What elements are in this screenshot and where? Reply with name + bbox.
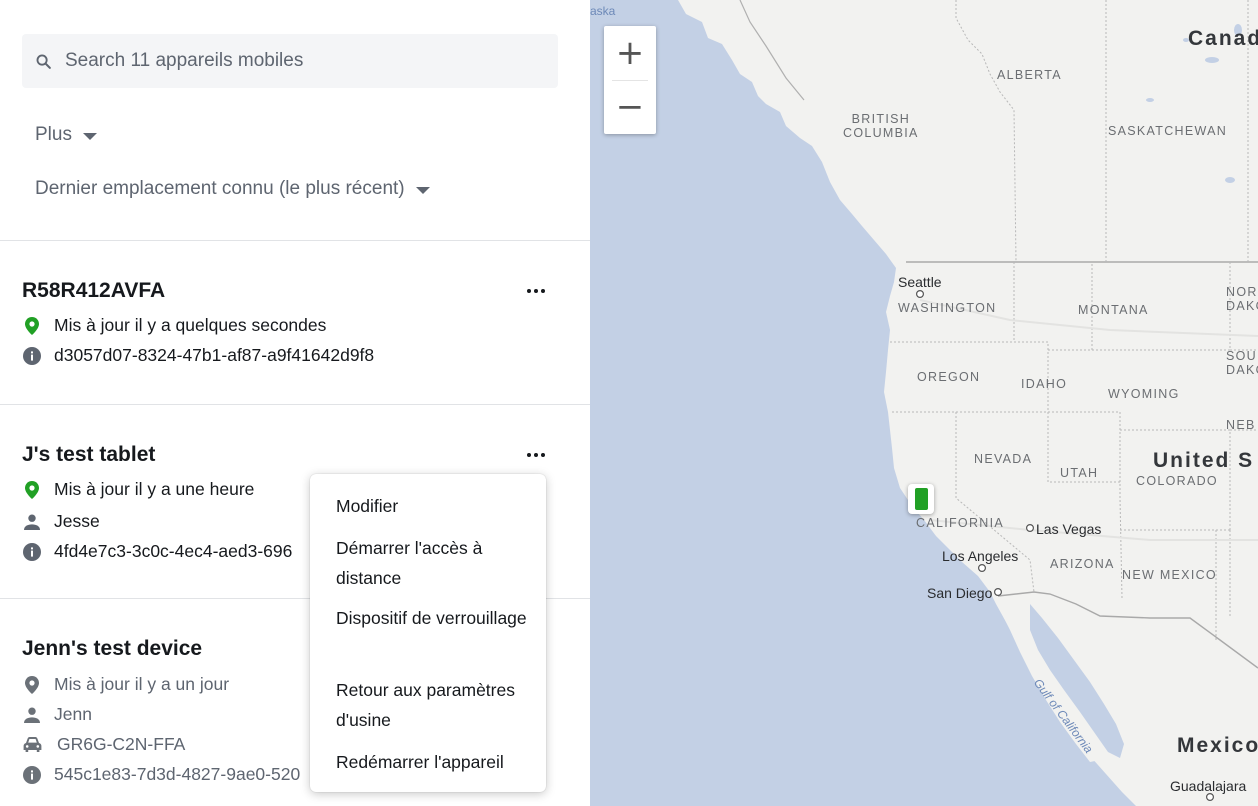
menu-item-factory-reset[interactable]: Retour aux paramètres d'usine — [336, 675, 536, 735]
device-name: R58R412AVFA — [22, 279, 166, 302]
device-id-text: d3057d07-8324-47b1-af87-a9f41642d9f8 — [54, 345, 375, 365]
device-name: Jenn's test device — [22, 637, 203, 660]
device-id-text: 545c1e83-7d3d-4827-9ae0-520 — [54, 764, 301, 784]
zoom-in-button[interactable]: + — [604, 26, 656, 80]
device-user-row: Jenn — [22, 704, 92, 725]
location-pin-icon — [22, 675, 42, 695]
caret-down-icon — [82, 132, 97, 140]
device-list-panel: Plus Dernier emplacement connu (le plus … — [0, 0, 590, 806]
map-view[interactable]: aska Canad United S Mexico ALBERTA BRITI… — [590, 0, 1258, 806]
device-map-marker[interactable] — [908, 484, 934, 514]
city-label: San Diego — [927, 585, 993, 601]
device-vehicle-text: GR6G-C2N-FFA — [57, 734, 186, 754]
region-label: NEW MEXICO — [1122, 568, 1217, 582]
location-pin-icon — [22, 316, 42, 336]
device-marker-icon — [914, 488, 928, 510]
device-updated-text: Mis à jour il y a une heure — [54, 479, 255, 499]
menu-item-restart-device[interactable]: Redémarrer l'appareil — [336, 747, 542, 777]
device-id-row: 4fd4e7c3-3c0c-4ec4-aed3-696 — [22, 541, 292, 562]
region-label: SOU DAKO — [1226, 349, 1258, 377]
region-label: UTAH — [1060, 466, 1099, 480]
car-icon — [22, 735, 42, 755]
sort-dropdown[interactable]: Dernier emplacement connu (le plus récen… — [35, 178, 430, 200]
divider — [0, 404, 590, 405]
region-label: WASHINGTON — [898, 301, 997, 315]
region-label: NOR DAKO — [1226, 285, 1258, 313]
menu-item-lock-device[interactable]: Dispositif de verrouillage — [336, 603, 536, 633]
device-updated-text: Mis à jour il y a un jour — [54, 674, 230, 694]
device-name: J's test tablet — [22, 443, 156, 466]
device-id-row: 545c1e83-7d3d-4827-9ae0-520 — [22, 764, 300, 785]
device-actions-menu: Modifier Démarrer l'accès à distance Dis… — [310, 474, 546, 792]
city-label: Guadalajara — [1170, 778, 1247, 794]
more-filters-dropdown[interactable]: Plus — [35, 124, 97, 146]
menu-item-remote-access[interactable]: Démarrer l'accès à distance — [336, 533, 536, 593]
city-label: Los Angeles — [942, 548, 1019, 564]
region-label: CALIFORNIA — [916, 516, 1005, 530]
device-item[interactable]: R58R412AVFA Mis à jour il y a quelques s… — [0, 279, 590, 405]
region-label: SASKATCHEWAN — [1108, 124, 1228, 138]
device-user-text: Jesse — [54, 511, 100, 531]
country-label-mexico: Mexico — [1177, 734, 1258, 757]
info-icon — [22, 765, 42, 785]
region-label: MONTANA — [1078, 303, 1149, 317]
region-label: ARIZONA — [1050, 557, 1115, 571]
person-icon — [22, 705, 42, 725]
info-icon — [22, 542, 42, 562]
region-label: WYOMING — [1108, 387, 1180, 401]
device-updated-row: Mis à jour il y a une heure — [22, 479, 254, 500]
search-icon — [36, 54, 51, 69]
more-actions-button[interactable] — [524, 446, 548, 464]
city-label: Las Vegas — [1036, 521, 1102, 537]
location-pin-icon — [22, 480, 42, 500]
region-label: NEB — [1226, 418, 1256, 432]
device-updated-row: Mis à jour il y a un jour — [22, 674, 229, 695]
device-updated-row: Mis à jour il y a quelques secondes — [22, 315, 326, 336]
region-label: COLORADO — [1136, 474, 1218, 488]
device-user-row: Jesse — [22, 511, 100, 532]
info-icon — [22, 346, 42, 366]
more-actions-button[interactable] — [524, 282, 548, 300]
city-label: Seattle — [898, 274, 942, 290]
region-label: OREGON — [917, 370, 981, 384]
zoom-out-button[interactable]: − — [604, 80, 656, 134]
menu-item-edit[interactable]: Modifier — [336, 491, 536, 521]
region-label: ALBERTA — [997, 68, 1062, 82]
sort-label: Dernier emplacement connu (le plus récen… — [35, 178, 405, 199]
country-label-canada: Canad — [1188, 27, 1258, 50]
country-label-us: United S — [1153, 449, 1255, 472]
device-id-text: 4fd4e7c3-3c0c-4ec4-aed3-696 — [54, 541, 293, 561]
device-user-text: Jenn — [54, 704, 92, 724]
divider — [0, 240, 590, 241]
search-input[interactable] — [22, 34, 558, 88]
caret-down-icon — [415, 186, 430, 194]
region-label: BRITISH COLUMBIA — [843, 112, 919, 140]
alaska-label: aska — [590, 4, 616, 18]
person-icon — [22, 512, 42, 532]
search-bar — [22, 34, 558, 88]
more-filters-label: Plus — [35, 124, 72, 145]
device-updated-text: Mis à jour il y a quelques secondes — [54, 315, 327, 335]
map-canvas — [590, 0, 1258, 806]
region-label: IDAHO — [1021, 377, 1068, 391]
zoom-controls: + − — [604, 26, 656, 134]
region-label: NEVADA — [974, 452, 1033, 466]
device-id-row: d3057d07-8324-47b1-af87-a9f41642d9f8 — [22, 345, 374, 366]
device-vehicle-row: GR6G-C2N-FFA — [22, 734, 185, 755]
